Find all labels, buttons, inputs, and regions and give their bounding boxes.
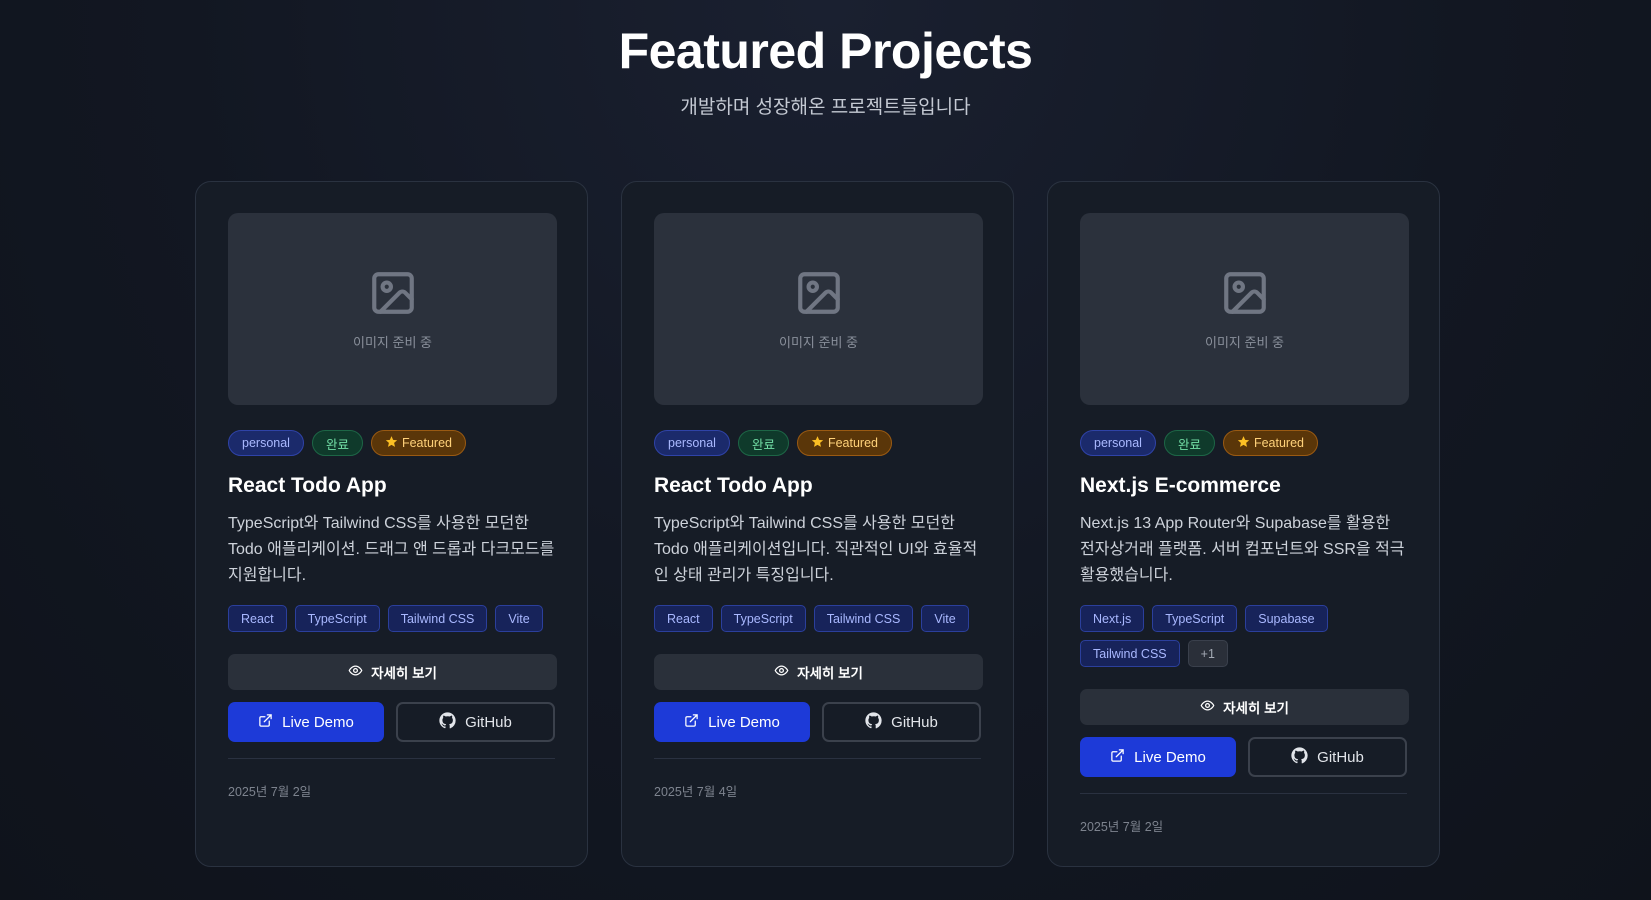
badge-row: personal 완료 Featured [228,430,555,456]
status-badge: 완료 [1163,430,1215,456]
eye-icon [348,663,363,681]
tech-tag: Tailwind CSS [1080,640,1180,667]
project-card: 이미지 준비 중 personal 완료 Featured React Todo… [195,181,588,867]
star-icon [1237,435,1250,451]
github-button[interactable]: GitHub [396,702,555,742]
view-details-label: 자세히 보기 [797,666,863,681]
badge-row: personal 완료 Featured [1080,430,1407,456]
external-link-icon [258,713,273,732]
tech-tag: Tailwind CSS [813,605,914,632]
project-title: React Todo App [228,474,387,497]
card-actions: Live Demo GitHub [228,702,555,742]
live-demo-button[interactable]: Live Demo [228,702,384,742]
view-details-button[interactable]: 자세히 보기 [1080,689,1409,725]
featured-label: Featured [401,436,452,450]
tech-tag: TypeScript [720,605,806,632]
tech-tag: React [228,605,287,632]
project-description: TypeScript와 Tailwind CSS를 사용한 모던한 Todo 애… [654,515,978,584]
image-placeholder-icon [794,268,844,318]
more-tags-badge: +1 [1187,640,1228,667]
card-actions: Live Demo GitHub [1080,737,1407,777]
featured-label: Featured [1253,436,1304,450]
card-divider [228,758,555,759]
page-subtitle: 개발하며 성장해온 프로젝트들입니다 [680,97,971,118]
tech-tag: Tailwind CSS [387,605,488,632]
category-badge: personal [228,430,304,456]
external-link-icon [684,713,699,732]
tech-tags: React TypeScript Tailwind CSS Vite [228,605,555,632]
section-header: Featured Projects 개발하며 성장해온 프로젝트들입니다 [0,0,1651,119]
live-demo-label: Live Demo [1134,748,1206,766]
live-demo-label: Live Demo [708,713,780,731]
view-details-label: 자세히 보기 [1223,701,1289,716]
github-button[interactable]: GitHub [822,702,981,742]
project-title: React Todo App [654,474,813,497]
tech-tag: React [654,605,713,632]
eye-icon [774,663,789,681]
category-badge: personal [654,430,730,456]
image-placeholder-icon [368,268,418,318]
project-description: TypeScript와 Tailwind CSS를 사용한 모던한 Todo 애… [228,515,555,584]
tech-tag: Vite [495,605,543,632]
github-label: GitHub [1317,748,1364,766]
tech-tag: TypeScript [294,605,380,632]
project-thumbnail: 이미지 준비 중 [654,213,983,405]
tech-tag: Next.js [1080,605,1145,632]
project-thumbnail: 이미지 준비 중 [1080,213,1409,405]
tech-tag: Supabase [1245,605,1328,632]
card-divider [654,758,981,759]
image-placeholder-icon [1220,268,1270,318]
project-description: Next.js 13 App Router와 Supabase를 활용한 전자상… [1080,515,1405,584]
project-title: Next.js E-commerce [1080,474,1281,497]
project-date: 2025년 7월 4일 [654,785,738,799]
featured-badge: Featured [370,430,466,456]
github-label: GitHub [891,713,938,731]
github-icon [439,711,456,733]
status-badge: 완료 [737,430,789,456]
star-icon [811,435,824,451]
thumbnail-placeholder-text: 이미지 준비 중 [353,334,432,350]
project-card: 이미지 준비 중 personal 완료 Featured Next.js E-… [1047,181,1440,867]
featured-badge: Featured [796,430,892,456]
tech-tags: Next.js TypeScript Supabase Tailwind CSS… [1080,605,1407,667]
category-badge: personal [1080,430,1156,456]
project-date: 2025년 7월 2일 [228,785,312,799]
external-link-icon [1110,748,1125,767]
project-date: 2025년 7월 2일 [1080,820,1164,834]
card-actions: Live Demo GitHub [654,702,981,742]
project-card: 이미지 준비 중 personal 완료 Featured React Todo… [621,181,1014,867]
tech-tags: React TypeScript Tailwind CSS Vite [654,605,981,632]
view-details-label: 자세히 보기 [371,666,437,681]
card-divider [1080,793,1407,794]
github-label: GitHub [465,713,512,731]
featured-badge: Featured [1222,430,1318,456]
page-title: Featured Projects [618,23,1033,79]
view-details-button[interactable]: 자세히 보기 [228,654,557,690]
star-icon [385,435,398,451]
badge-row: personal 완료 Featured [654,430,981,456]
tech-tag: Vite [921,605,969,632]
live-demo-button[interactable]: Live Demo [654,702,810,742]
project-cards: 이미지 준비 중 personal 완료 Featured React Todo… [195,181,1440,867]
eye-icon [1200,698,1215,716]
github-icon [1291,746,1308,768]
tech-tag: TypeScript [1152,605,1238,632]
github-button[interactable]: GitHub [1248,737,1407,777]
view-details-button[interactable]: 자세히 보기 [654,654,983,690]
thumbnail-placeholder-text: 이미지 준비 중 [779,334,858,350]
thumbnail-placeholder-text: 이미지 준비 중 [1205,334,1284,350]
status-badge: 완료 [311,430,363,456]
project-thumbnail: 이미지 준비 중 [228,213,557,405]
live-demo-label: Live Demo [282,713,354,731]
live-demo-button[interactable]: Live Demo [1080,737,1236,777]
github-icon [865,711,882,733]
featured-label: Featured [827,436,878,450]
